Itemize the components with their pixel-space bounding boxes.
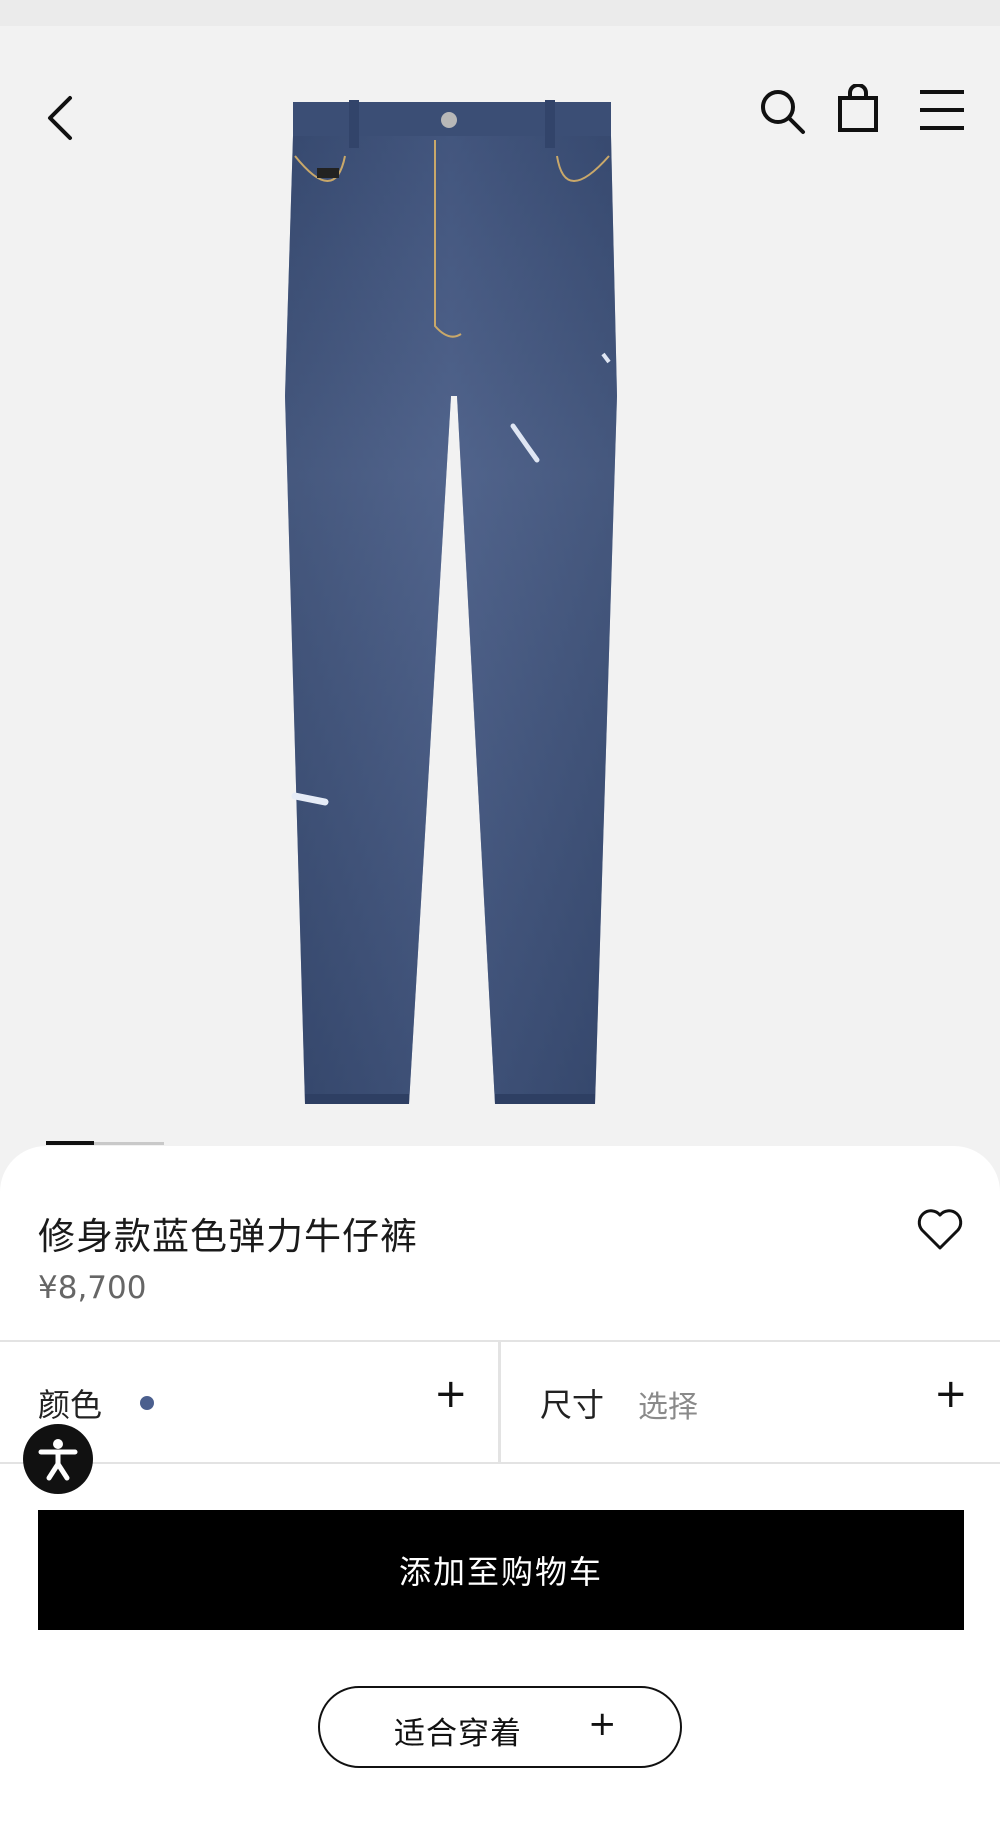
color-label: 颜色 xyxy=(38,1386,103,1424)
gallery-pager-active xyxy=(46,1141,94,1145)
color-plus-icon[interactable]: + xyxy=(434,1374,468,1414)
size-selector[interactable]: 尺寸 选择 + xyxy=(502,1340,1000,1460)
size-label: 尺寸 xyxy=(540,1386,605,1424)
search-icon[interactable] xyxy=(757,86,807,136)
menu-icon[interactable] xyxy=(918,88,966,132)
product-title: 修身款蓝色弹力牛仔裤 xyxy=(38,1215,418,1258)
shopping-bag-icon[interactable] xyxy=(836,84,880,134)
accessibility-button[interactable] xyxy=(23,1424,93,1494)
accessibility-icon xyxy=(38,1439,78,1481)
status-strip xyxy=(0,0,1000,26)
product-price: ¥8,700 xyxy=(38,1270,147,1306)
fit-label: 适合穿着 xyxy=(394,1716,522,1752)
product-jeans-image[interactable] xyxy=(265,96,637,1116)
fit-info-button[interactable]: 适合穿着 + xyxy=(318,1686,682,1768)
color-swatch xyxy=(140,1396,154,1410)
chevron-left-icon[interactable] xyxy=(40,92,80,144)
heart-icon[interactable] xyxy=(916,1206,964,1252)
options-divider xyxy=(498,1340,501,1464)
fit-plus-icon: + xyxy=(588,1704,617,1744)
size-plus-icon[interactable]: + xyxy=(934,1374,968,1414)
size-value: 选择 xyxy=(638,1390,698,1425)
add-to-cart-button[interactable]: 添加至购物车 xyxy=(38,1510,964,1630)
